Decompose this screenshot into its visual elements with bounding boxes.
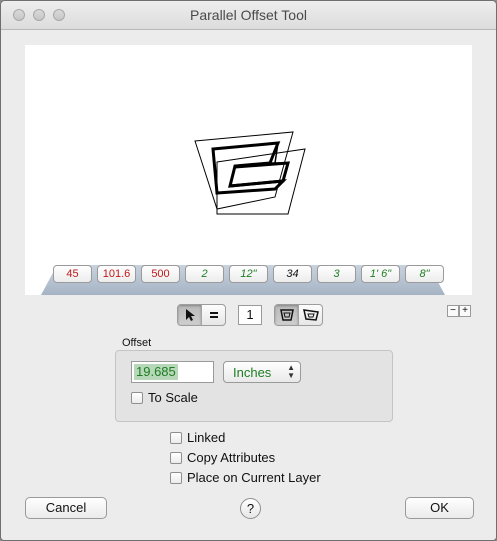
ok-button[interactable]: OK: [405, 497, 474, 519]
window-title: Parallel Offset Tool: [190, 7, 307, 23]
copy-attributes-label: Copy Attributes: [187, 450, 276, 465]
zoom-in-button[interactable]: +: [459, 305, 471, 317]
offset-preview-drawing: [194, 131, 306, 215]
popup-arrows-icon: ▲ ▼: [287, 363, 295, 380]
offset-shape-outward-icon[interactable]: [298, 305, 322, 325]
preset-chip[interactable]: 101.6: [97, 265, 136, 283]
unit-popup[interactable]: Inches ▲ ▼: [223, 361, 301, 383]
preset-chip[interactable]: 12": [229, 265, 268, 283]
unit-popup-value: Inches: [233, 365, 272, 380]
offset-group-label: Offset: [122, 337, 152, 349]
copy-attributes-checkbox[interactable]: [170, 452, 182, 464]
preset-chip[interactable]: 1' 6": [361, 265, 400, 283]
offset-preview-canvas: [25, 45, 472, 295]
offset-value-input[interactable]: 19.685: [131, 361, 214, 383]
place-on-current-layer-label: Place on Current Layer: [187, 470, 321, 485]
linked-checkbox[interactable]: [170, 432, 182, 444]
offset-shape-inward-icon[interactable]: [275, 305, 298, 325]
to-scale-checkbox[interactable]: [131, 392, 143, 404]
preset-chip[interactable]: 34: [273, 265, 312, 283]
to-scale-label: To Scale: [148, 390, 198, 405]
offset-count-field[interactable]: 1: [238, 305, 262, 325]
preset-chip[interactable]: 8": [405, 265, 444, 283]
offset-value-text: 19.685: [134, 364, 178, 380]
zoom-out-button[interactable]: −: [447, 305, 459, 317]
title-bar: Parallel Offset Tool: [1, 1, 496, 30]
preset-chip[interactable]: 3: [317, 265, 356, 283]
arrow-pointer-icon[interactable]: [178, 305, 201, 325]
help-button[interactable]: ?: [240, 498, 261, 519]
equals-icon[interactable]: [201, 305, 225, 325]
preset-chip[interactable]: 2: [185, 265, 224, 283]
preset-chip[interactable]: 45: [53, 265, 92, 283]
preset-chip-row: 45 101.6 500 2 12" 34 3 1' 6" 8": [53, 265, 444, 283]
zoom-controls: − +: [447, 305, 471, 317]
cancel-button[interactable]: Cancel: [25, 497, 107, 519]
parallel-offset-window: Parallel Offset Tool 45 101.6 500 2 12" …: [0, 0, 497, 541]
mode-segmented-control: [177, 304, 226, 326]
shape-segmented-control: [274, 304, 323, 326]
preset-chip[interactable]: 500: [141, 265, 180, 283]
linked-label: Linked: [187, 430, 226, 445]
place-on-current-layer-checkbox[interactable]: [170, 472, 182, 484]
